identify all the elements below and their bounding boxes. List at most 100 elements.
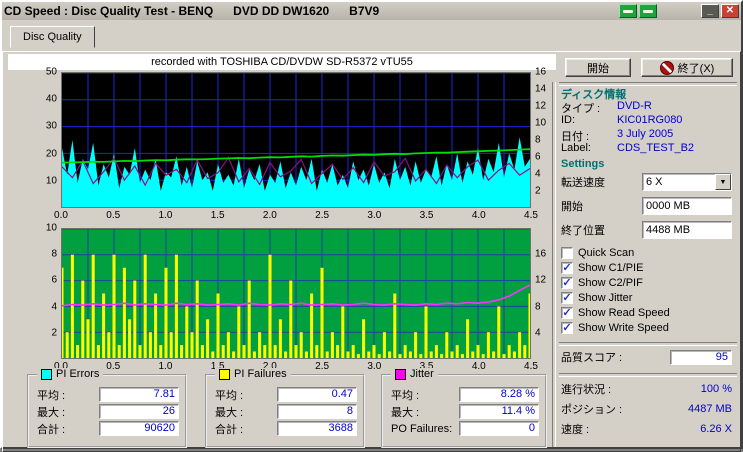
checkbox-show-c2-pif[interactable]: ✓ Show C2/PIF	[561, 276, 643, 290]
sidebar: 開始 終了(X) ディスク情報 タイプ : DVD-R ID: KIC01RG080…	[555, 52, 740, 451]
pi-errors-group: PI Errors 平均 : 7.81 最大 : 26 合計 : 90620	[27, 368, 187, 448]
exit-button[interactable]: 終了(X)	[641, 58, 733, 77]
y-tick-label: 2	[535, 185, 541, 197]
end-position-label: 終了位置	[561, 225, 605, 237]
jitter-swatch-icon	[395, 368, 406, 380]
y-tick-label: 30	[45, 120, 57, 132]
total-label: 合計 :	[215, 423, 244, 436]
y-tick-label: 14	[535, 83, 547, 95]
y-tick-label: 2	[51, 327, 57, 339]
check-icon: ✓	[562, 277, 572, 289]
chart-canvas	[61, 72, 531, 207]
pi-errors-chart	[61, 72, 531, 208]
checkbox-label: Quick Scan	[578, 247, 635, 259]
start-position-label: 開始	[561, 201, 583, 213]
jitter-group-title: Jitter	[391, 368, 438, 380]
jitter-group-label: Jitter	[410, 368, 434, 380]
quality-score-row: 品質スコア : 95	[561, 348, 732, 366]
checkbox-box[interactable]: ✓	[561, 322, 573, 334]
start-position-input[interactable]: 0000 MB	[642, 197, 732, 215]
checkbox-label: Show C2/PIF	[578, 277, 643, 289]
speed-select[interactable]: 6 X ▼	[642, 173, 732, 191]
pi-errors-total-value: 90620	[99, 421, 179, 436]
divider	[559, 342, 737, 346]
jitter-max-value: 11.4 %	[459, 404, 539, 419]
checkbox-quick-scan[interactable]: Quick Scan	[561, 246, 634, 260]
y-tick-label: 10	[535, 117, 547, 129]
y-tick-label: 20	[45, 148, 57, 160]
checkbox-box[interactable]: ✓	[561, 307, 573, 319]
titlebar-disc-icon-1[interactable]	[619, 4, 637, 18]
check-icon: ✓	[562, 292, 572, 304]
y-tick-label: 8	[535, 301, 541, 313]
start-position-row: 開始 0000 MB	[561, 197, 732, 215]
y-tick-label: 16	[535, 248, 547, 260]
y-tick-label: 6	[535, 151, 541, 163]
minimize-button[interactable]: _	[701, 4, 719, 18]
start-button[interactable]: 開始	[565, 58, 631, 77]
po-failures-label: PO Failures:	[391, 422, 453, 435]
settings-heading: Settings	[561, 158, 605, 170]
checkbox-show-jitter[interactable]: ✓ Show Jitter	[561, 291, 632, 305]
disc-id-label: ID:	[561, 114, 576, 126]
avg-label: 平均 :	[37, 389, 66, 402]
checkbox-box[interactable]	[561, 247, 573, 259]
y-tick-label: 12	[535, 274, 547, 286]
tab-disc-quality[interactable]: Disc Quality	[10, 26, 95, 48]
end-position-row: 終了位置 4488 MB	[561, 221, 732, 239]
y-tick-label: 8	[51, 248, 57, 260]
max-label: 最大 :	[37, 406, 66, 419]
x-tick-label: 2.5	[315, 210, 330, 221]
disc-date-row: 日付 :3 July 2005	[561, 128, 734, 143]
disc-date-value: 3 July 2005	[617, 128, 674, 140]
position-value: 4487 MB	[687, 403, 732, 415]
quality-score-value: 95	[670, 349, 732, 365]
chevron-down-icon[interactable]: ▼	[715, 174, 731, 190]
x-tick-label: 0.5	[106, 210, 121, 221]
x-tick-label: 0.0	[54, 210, 68, 221]
disc-type-value: DVD-R	[617, 100, 652, 112]
checkbox-label: Show C1/PIE	[578, 262, 644, 274]
close-button[interactable]: ✕	[721, 4, 739, 18]
x-tick-label: 0.5	[106, 361, 121, 372]
tab-page: recorded with TOSHIBA CD/DVDW SD-R5372 v…	[2, 51, 741, 452]
checkbox-show-write-speed[interactable]: ✓ Show Write Speed	[561, 321, 669, 335]
jitter-group: Jitter 平均 : 8.28 % 最大 : 11.4 % PO Failures…	[381, 368, 547, 448]
checkbox-show-c1-pie[interactable]: ✓ Show C1/PIE	[561, 261, 643, 275]
exit-button-label: 終了(X)	[677, 62, 715, 75]
max-label: 最大 :	[215, 406, 244, 419]
check-icon: ✓	[562, 322, 572, 334]
speed-row: 転送速度 6 X ▼	[561, 173, 732, 191]
titlebar[interactable]: CD Speed : Disc Quality Test - BENQ DVD …	[2, 2, 741, 20]
position-label: ポジション :	[561, 404, 623, 416]
y-tick-label: 8	[535, 134, 541, 146]
checkbox-box[interactable]: ✓	[561, 277, 573, 289]
pi-errors-group-label: PI Errors	[56, 368, 100, 380]
y-tick-label: 10	[45, 222, 57, 234]
pi-failures-group-label: PI Failures	[234, 368, 287, 380]
checkbox-box[interactable]: ✓	[561, 292, 573, 304]
y-tick-label: 12	[535, 100, 547, 112]
checkbox-label: Show Read Speed	[578, 307, 670, 319]
end-position-input[interactable]: 4488 MB	[642, 221, 732, 239]
top-chart-left-axis: 50 40 30 20 10	[33, 67, 59, 208]
titlebar-disc-icon-2[interactable]	[639, 4, 657, 18]
x-tick-label: 4.5	[524, 210, 538, 221]
pi-failures-max-value: 8	[277, 404, 357, 419]
speed-value-row: 速度 : 6.26 X	[561, 422, 732, 436]
x-tick-label: 3.0	[367, 210, 382, 221]
recorded-with-label: recorded with TOSHIBA CD/DVDW SD-R5372 v…	[8, 54, 556, 70]
checkbox-show-read-speed[interactable]: ✓ Show Read Speed	[561, 306, 670, 320]
tab-strip: Disc Quality	[2, 20, 741, 51]
x-tick-label: 1.0	[158, 210, 173, 221]
avg-label: 平均 :	[215, 389, 244, 402]
speed-label: 転送速度	[561, 177, 605, 189]
exit-icon	[659, 60, 674, 75]
x-tick-label: 1.5	[210, 210, 225, 221]
progress-label: 進行状況 :	[561, 384, 612, 396]
x-tick-label: 2.0	[262, 210, 277, 221]
disc-id-row: ID: KIC01RG080	[561, 114, 734, 127]
disc-id-value: KIC01RG080	[617, 114, 683, 126]
checkbox-box[interactable]: ✓	[561, 262, 573, 274]
pi-failures-total-value: 3688	[277, 421, 357, 436]
